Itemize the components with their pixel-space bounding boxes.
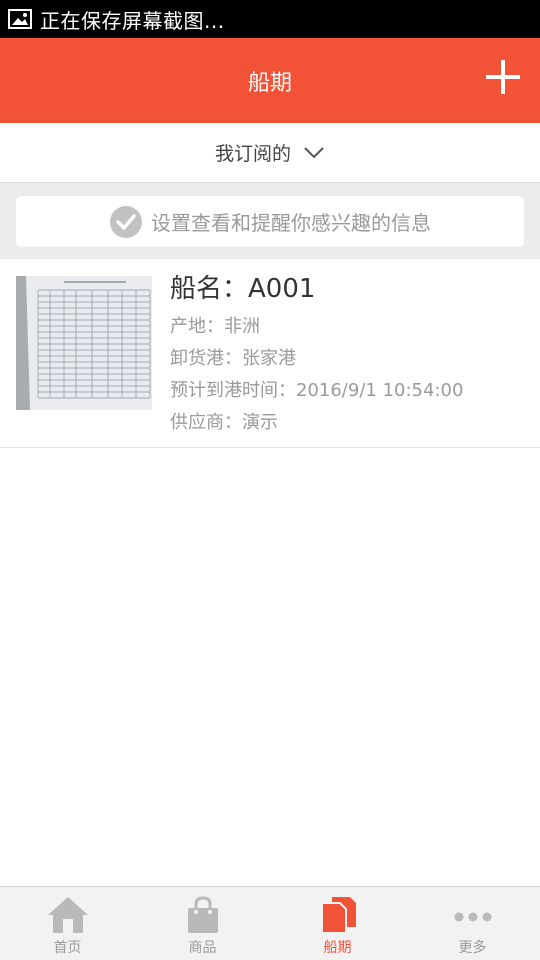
ship-port: 卸货港：张家港 <box>170 348 296 369</box>
tab-label: 船期 <box>323 940 352 956</box>
interest-settings-button[interactable]: 设置查看和提醒你感兴趣的信息 <box>16 196 524 247</box>
documents-icon <box>320 897 356 934</box>
tab-home[interactable]: 首页 <box>0 887 135 960</box>
subscription-filter[interactable]: 我订阅的 <box>0 123 540 183</box>
plus-icon[interactable] <box>482 56 524 98</box>
more-icon <box>454 912 491 922</box>
page-title: 船期 <box>247 70 292 96</box>
home-icon <box>47 897 88 933</box>
ship-card[interactable]: 船名：A001 产地：非洲 卸货港：张家港 预计到港时间：2016/9/1 10… <box>0 259 540 448</box>
status-bar: 正在保存屏幕截图... <box>0 0 540 38</box>
ship-eta: 预计到港时间：2016/9/1 10:54:00 <box>170 380 464 401</box>
tab-label: 更多 <box>458 940 487 956</box>
ship-name: 船名：A001 <box>170 274 316 304</box>
chevron-down-icon <box>304 146 324 158</box>
ship-info: 船名：A001 产地：非洲 卸货港：张家港 预计到港时间：2016/9/1 10… <box>170 271 463 439</box>
tab-label: 商品 <box>188 940 217 956</box>
tab-more[interactable]: 更多 <box>405 887 540 960</box>
tab-label: 首页 <box>53 940 82 956</box>
tab-shipping-schedule[interactable]: 船期 <box>270 887 405 960</box>
image-icon <box>8 9 32 29</box>
shopping-bag-icon <box>187 896 218 933</box>
app-bar: 船期 <box>0 38 540 123</box>
filter-label: 我订阅的 <box>214 143 291 165</box>
tab-products[interactable]: 商品 <box>135 887 270 960</box>
status-text: 正在保存屏幕截图... <box>40 8 225 33</box>
tip-text: 设置查看和提醒你感兴趣的信息 <box>151 211 431 235</box>
check-circle-icon <box>110 205 142 238</box>
bottom-tab-bar: 首页 商品 船期 更多 <box>0 886 540 960</box>
tip-area: 设置查看和提醒你感兴趣的信息 <box>0 183 540 259</box>
ship-origin: 产地：非洲 <box>170 316 260 337</box>
ship-document-thumbnail <box>16 276 152 410</box>
ship-supplier: 供应商：演示 <box>170 412 278 433</box>
